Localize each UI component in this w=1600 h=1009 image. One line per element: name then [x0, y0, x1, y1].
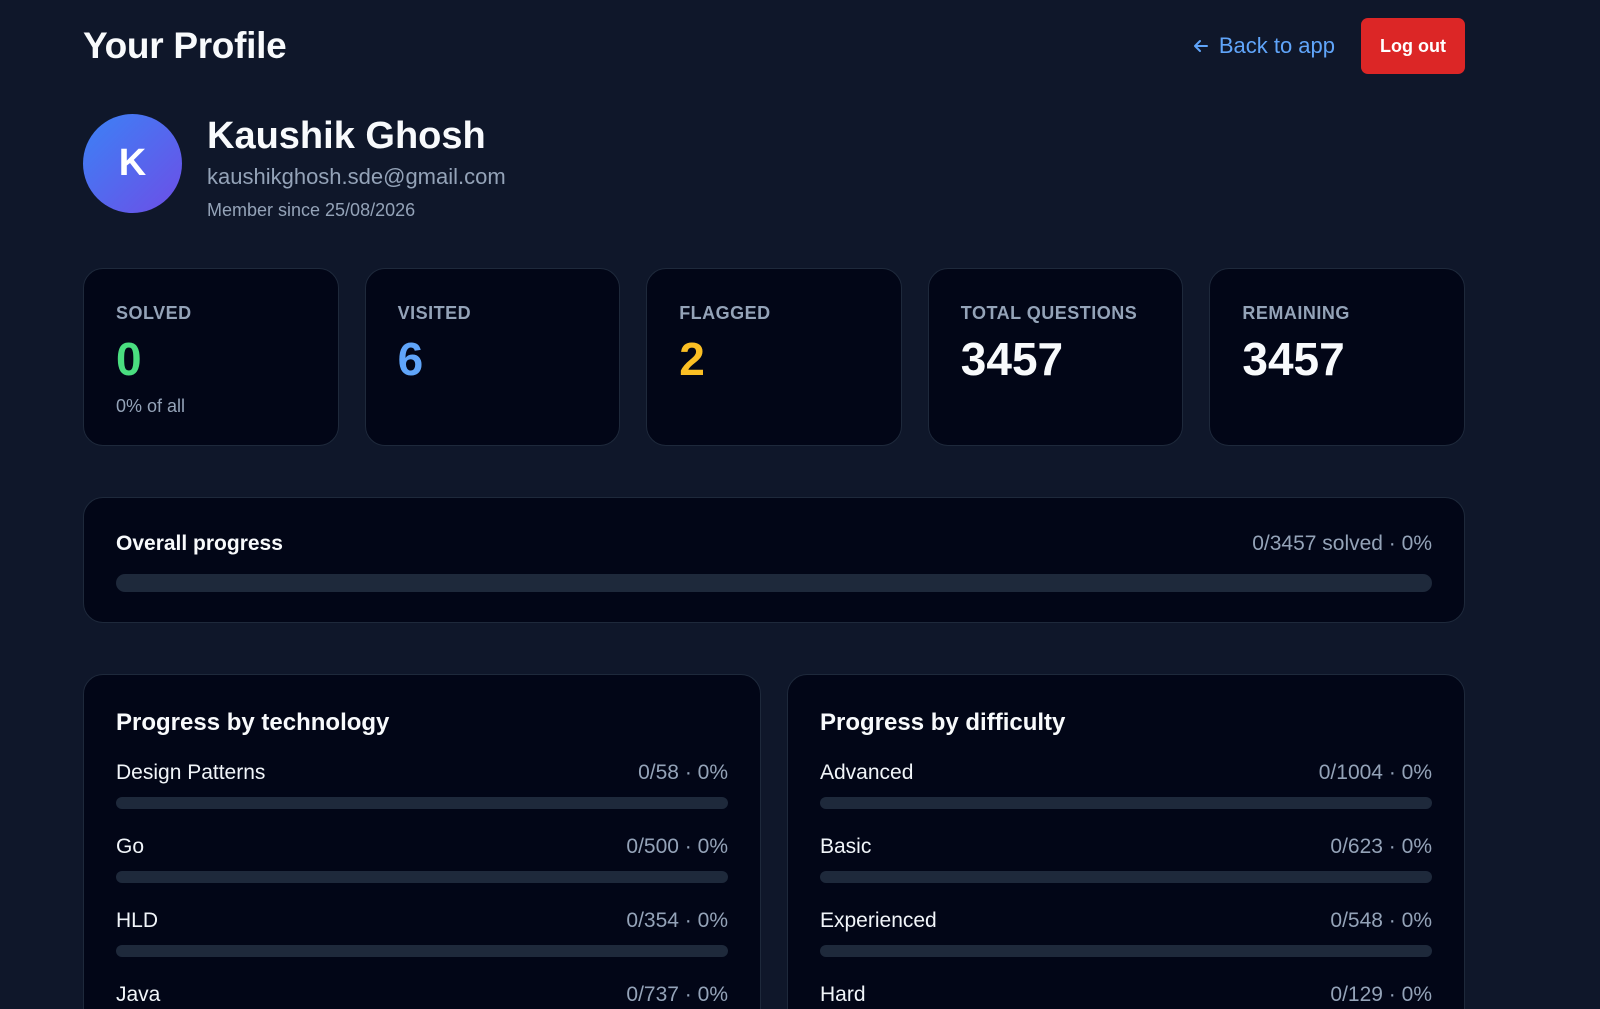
- list-item: HLD 0/354 · 0%: [116, 909, 728, 983]
- item-label: Experienced: [820, 909, 937, 932]
- list-item: Experienced 0/548 · 0%: [820, 909, 1432, 983]
- arrow-left-icon: [1193, 40, 1208, 52]
- progress-bar: [820, 797, 1432, 809]
- progress-bar: [116, 945, 728, 957]
- stat-label: REMAINING: [1242, 303, 1350, 323]
- item-label: Hard: [820, 983, 866, 1006]
- item-label: HLD: [116, 909, 159, 932]
- technology-list: Design Patterns 0/58 · 0% Go 0/500 · 0% HL…: [116, 761, 728, 1009]
- list-item: Go 0/500 · 0%: [116, 835, 728, 909]
- stat-card-remaining: REMAINING 3457: [1209, 268, 1465, 446]
- item-value: 0/623 · 0%: [1330, 835, 1432, 858]
- overall-progress-card: Overall progress 0/3457 solved · 0%: [83, 497, 1465, 623]
- stat-value: 0: [116, 333, 142, 385]
- item-value: 0/737 · 0%: [626, 983, 728, 1006]
- stat-subtext: 0% of all: [116, 396, 186, 416]
- stat-card-flagged: FLAGGED 2: [646, 268, 902, 446]
- item-value: 0/129 · 0%: [1330, 983, 1432, 1006]
- item-value: 0/1004 · 0%: [1318, 761, 1432, 784]
- overall-progress-label: Overall progress: [116, 532, 283, 555]
- stat-card-total-questions: TOTAL QUESTIONS 3457: [927, 268, 1184, 446]
- list-item: Advanced 0/1004 · 0%: [820, 761, 1432, 835]
- list-item: Basic 0/623 · 0%: [820, 835, 1432, 909]
- overall-progress-bar: [116, 574, 1432, 592]
- progress-bar: [820, 945, 1432, 957]
- back-to-app-link[interactable]: Back to app: [1191, 33, 1335, 59]
- item-label: Advanced: [820, 761, 914, 784]
- page-header: Your Profile Back to app Log out: [83, 18, 1465, 74]
- item-label: Go: [116, 835, 145, 858]
- item-value: 0/500 · 0%: [626, 835, 728, 858]
- stat-value: 6: [397, 333, 424, 385]
- avatar: K: [83, 114, 182, 213]
- progress-by-difficulty-panel: Progress by difficulty Advanced 0/1004 · …: [787, 674, 1465, 1009]
- list-item: Java 0/737 · 0%: [116, 983, 728, 1009]
- item-label: Design Patterns: [116, 761, 266, 784]
- list-item: Design Patterns 0/58 · 0%: [116, 761, 728, 835]
- stat-label: SOLVED: [116, 303, 192, 323]
- overall-progress-header: Overall progress 0/3457 solved · 0%: [116, 532, 1432, 556]
- member-since: Member since 25/08/2026: [207, 200, 416, 220]
- progress-bar: [820, 871, 1432, 883]
- panel-title: Progress by technology: [116, 709, 390, 736]
- item-value: 0/58 · 0%: [638, 761, 728, 784]
- list-item: Hard 0/129 · 0%: [820, 983, 1432, 1009]
- item-label: Java: [116, 983, 161, 1006]
- profile-page: Your Profile Back to app Log out K Kaush…: [0, 0, 1600, 1009]
- stat-label: TOTAL QUESTIONS: [960, 303, 1138, 323]
- progress-by-technology-panel: Progress by technology Design Patterns 0/…: [83, 674, 761, 1009]
- header-actions: Back to app Log out: [1191, 18, 1465, 74]
- stats-row: SOLVED 0 0% of all VISITED 6 FLAGGED 2 T…: [83, 268, 1465, 446]
- stat-value: 3457: [960, 333, 1064, 385]
- stat-label: FLAGGED: [679, 303, 771, 323]
- difficulty-list: Advanced 0/1004 · 0% Basic 0/623 · 0% Expe…: [820, 761, 1432, 1009]
- item-value: 0/354 · 0%: [626, 909, 728, 932]
- page-title: Your Profile: [83, 25, 287, 66]
- profile-email: kaushikghosh.sde@gmail.com: [207, 164, 506, 189]
- stat-label: VISITED: [397, 303, 472, 323]
- stat-card-visited: VISITED 6: [364, 268, 621, 446]
- logout-button[interactable]: Log out: [1361, 18, 1465, 74]
- stat-value: 3457: [1242, 333, 1345, 385]
- profile-info: Kaushik Ghosh kaushikghosh.sde@gmail.com…: [207, 114, 506, 221]
- overall-progress-value: 0/3457 solved · 0%: [1252, 532, 1432, 555]
- profile-name: Kaushik Ghosh: [207, 115, 486, 157]
- progress-bar: [116, 871, 728, 883]
- item-label: Basic: [820, 835, 872, 858]
- stat-card-solved: SOLVED 0 0% of all: [83, 268, 339, 446]
- panel-title: Progress by difficulty: [820, 709, 1066, 736]
- stat-value: 2: [679, 333, 705, 385]
- item-value: 0/548 · 0%: [1330, 909, 1432, 932]
- profile-summary: K Kaushik Ghosh kaushikghosh.sde@gmail.c…: [83, 114, 506, 221]
- back-to-app-label: Back to app: [1218, 33, 1335, 58]
- progress-bar: [116, 797, 728, 809]
